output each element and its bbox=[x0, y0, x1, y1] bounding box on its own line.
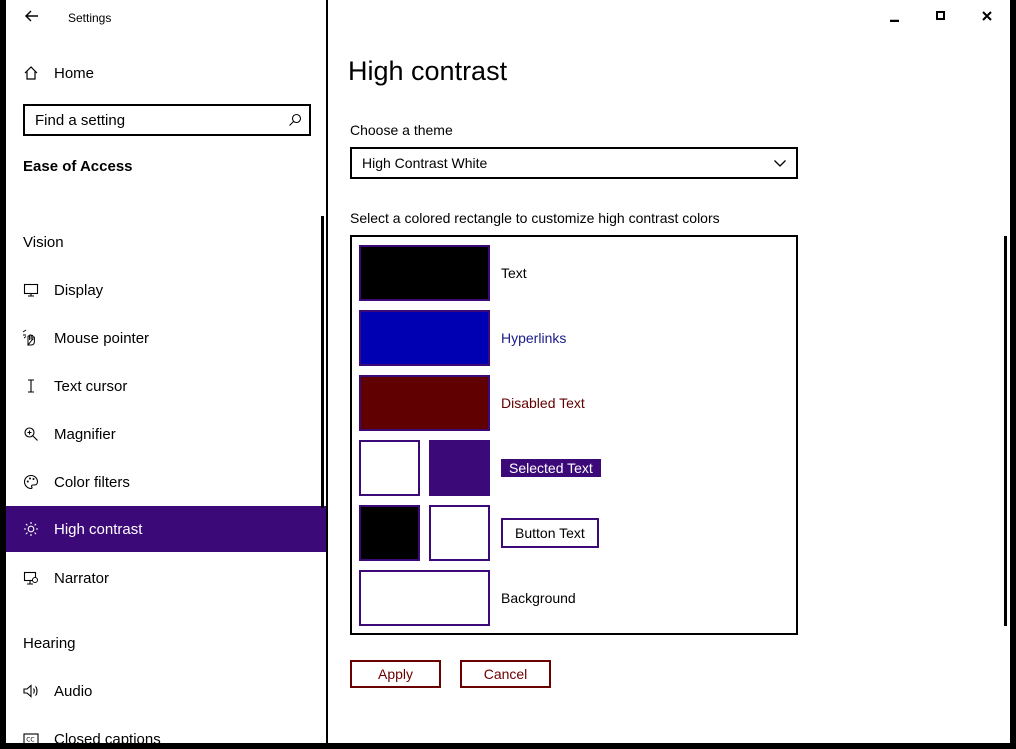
selected-text-foreground-swatch[interactable] bbox=[359, 440, 420, 496]
sidebar-item-label: Text cursor bbox=[54, 377, 128, 395]
button-text-foreground-swatch[interactable] bbox=[359, 505, 420, 561]
sidebar-item-color-filters[interactable]: Color filters bbox=[6, 459, 326, 505]
color-filters-icon bbox=[22, 473, 40, 491]
selected-text-background-swatch[interactable] bbox=[429, 440, 490, 496]
sidebar-item-label: Color filters bbox=[54, 473, 130, 491]
sidebar-item-high-contrast[interactable]: High contrast bbox=[6, 506, 326, 552]
magnifier-icon bbox=[22, 425, 40, 443]
sidebar-item-audio[interactable]: Audio bbox=[6, 668, 326, 714]
audio-icon bbox=[22, 682, 40, 700]
sidebar-scrollbar[interactable] bbox=[321, 216, 324, 508]
sidebar-item-label: Display bbox=[54, 281, 104, 299]
search-placeholder: Find a setting bbox=[35, 111, 126, 129]
main-scrollbar[interactable] bbox=[1004, 236, 1007, 626]
theme-select[interactable]: High Contrast White bbox=[350, 147, 798, 179]
sidebar-item-label: Home bbox=[54, 64, 95, 82]
sidebar-item-label: Mouse pointer bbox=[54, 329, 150, 347]
text-color-label: Text bbox=[501, 265, 527, 281]
chevron-down-icon bbox=[772, 155, 788, 171]
maximize-icon[interactable] bbox=[926, 5, 956, 27]
sidebar-item-narrator[interactable]: Narrator bbox=[6, 555, 326, 601]
back-arrow-icon[interactable] bbox=[22, 6, 42, 26]
sidebar-item-mouse-pointer[interactable]: Mouse pointer bbox=[6, 315, 326, 361]
cancel-button[interactable]: Cancel bbox=[460, 660, 551, 688]
narrator-icon bbox=[22, 569, 40, 587]
disabled-text-color-swatch[interactable] bbox=[359, 375, 490, 431]
sidebar-item-text-cursor[interactable]: Text cursor bbox=[6, 363, 326, 409]
color-palette: Text Hyperlinks Disabled Text Selected T… bbox=[350, 235, 798, 635]
high-contrast-icon bbox=[22, 520, 40, 538]
sidebar-item-home[interactable]: Home bbox=[6, 50, 326, 96]
settings-window: Settings Home Find a setting Ease of Acc… bbox=[6, 0, 1010, 743]
display-icon bbox=[22, 281, 40, 299]
text-cursor-icon bbox=[22, 377, 40, 395]
sidebar-item-display[interactable]: Display bbox=[6, 267, 326, 313]
theme-label: Choose a theme bbox=[350, 122, 453, 138]
page-title: High contrast bbox=[348, 56, 508, 86]
sidebar-item-label: Magnifier bbox=[54, 425, 116, 443]
minimize-icon[interactable] bbox=[880, 5, 910, 27]
apply-button[interactable]: Apply bbox=[350, 660, 441, 688]
sidebar-item-label: High contrast bbox=[54, 520, 143, 538]
selected-text-preview: Selected Text bbox=[501, 459, 601, 477]
sidebar-item-label: Narrator bbox=[54, 569, 110, 587]
customize-label: Select a colored rectangle to customize … bbox=[350, 210, 720, 226]
text-color-swatch[interactable] bbox=[359, 245, 490, 301]
hyperlinks-color-swatch[interactable] bbox=[359, 310, 490, 366]
sidebar-item-magnifier[interactable]: Magnifier bbox=[6, 411, 326, 457]
background-color-label: Background bbox=[501, 590, 576, 606]
mouse-pointer-icon bbox=[22, 329, 40, 347]
window-title: Settings bbox=[68, 11, 112, 25]
sidebar-item-closed-captions[interactable]: CC Closed captions bbox=[6, 716, 326, 743]
main-panel: High contrast Choose a theme High Contra… bbox=[328, 0, 1010, 743]
close-icon[interactable] bbox=[972, 5, 1002, 27]
sidebar-item-label: Closed captions bbox=[54, 730, 161, 744]
svg-text:CC: CC bbox=[26, 737, 34, 744]
sidebar: Settings Home Find a setting Ease of Acc… bbox=[6, 0, 328, 743]
button-text-preview: Button Text bbox=[501, 518, 599, 548]
home-icon bbox=[22, 64, 40, 82]
button-text-background-swatch[interactable] bbox=[429, 505, 490, 561]
vision-heading: Vision bbox=[23, 234, 64, 251]
search-input[interactable]: Find a setting bbox=[23, 104, 311, 136]
hearing-heading: Hearing bbox=[23, 635, 76, 652]
background-color-swatch[interactable] bbox=[359, 570, 490, 626]
disabled-text-color-label: Disabled Text bbox=[501, 395, 585, 411]
sidebar-item-label: Audio bbox=[54, 682, 93, 700]
theme-select-value: High Contrast White bbox=[362, 155, 488, 171]
hyperlinks-color-label: Hyperlinks bbox=[501, 330, 567, 346]
group-title: Ease of Access bbox=[23, 158, 133, 175]
closed-captions-icon: CC bbox=[22, 730, 40, 743]
search-icon[interactable] bbox=[287, 112, 303, 128]
